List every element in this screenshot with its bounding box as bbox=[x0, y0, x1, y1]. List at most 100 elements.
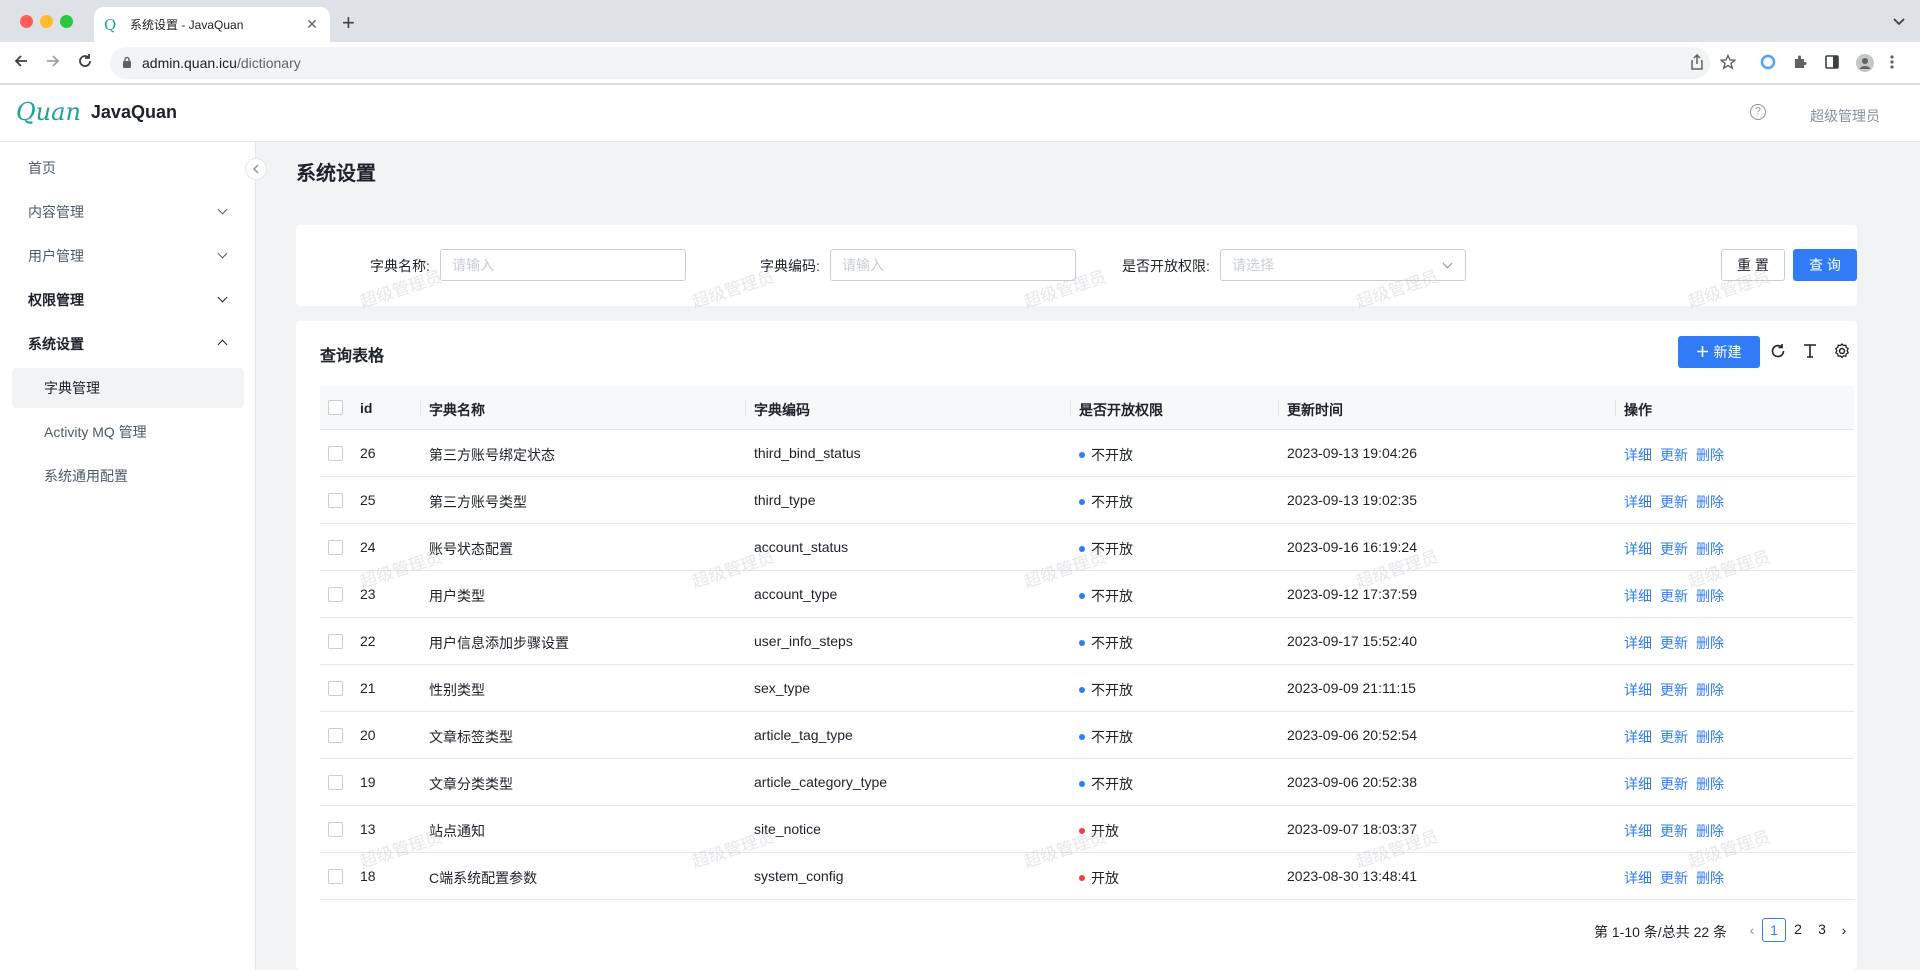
dict-code-input[interactable] bbox=[830, 249, 1076, 281]
reload-icon[interactable] bbox=[76, 52, 94, 74]
page-3-button[interactable]: 3 bbox=[1810, 918, 1834, 942]
share-icon[interactable] bbox=[1690, 53, 1704, 74]
delete-link[interactable]: 删除 bbox=[1696, 492, 1724, 512]
row-checkbox[interactable] bbox=[328, 869, 343, 884]
sidebar-item-content[interactable]: 内容管理 bbox=[12, 192, 244, 232]
side-panel-icon[interactable] bbox=[1824, 54, 1840, 74]
extension-circle-icon[interactable] bbox=[1760, 54, 1776, 74]
sidebar-item-dictionary[interactable]: 字典管理 bbox=[12, 368, 244, 408]
detail-link[interactable]: 详细 bbox=[1624, 727, 1652, 747]
sidebar-item-label: 系统通用配置 bbox=[44, 468, 128, 484]
open-permission-select[interactable]: 请选择 bbox=[1220, 249, 1466, 281]
delete-link[interactable]: 删除 bbox=[1696, 774, 1724, 794]
help-icon[interactable]: ? bbox=[1750, 104, 1766, 120]
column-header-time[interactable]: 更新时间 bbox=[1287, 400, 1343, 420]
column-header-actions: 操作 bbox=[1624, 402, 1652, 418]
bookmark-star-icon[interactable] bbox=[1719, 53, 1737, 74]
extensions-puzzle-icon[interactable] bbox=[1792, 54, 1808, 74]
detail-link[interactable]: 详细 bbox=[1624, 821, 1652, 841]
delete-link[interactable]: 删除 bbox=[1696, 445, 1724, 465]
maximize-window-button[interactable] bbox=[60, 15, 73, 28]
logo[interactable]: Quan JavaQuan bbox=[16, 98, 177, 126]
sidebar-item-system-settings[interactable]: 系统设置 bbox=[12, 324, 244, 364]
row-checkbox[interactable] bbox=[328, 493, 343, 508]
delete-link[interactable]: 删除 bbox=[1696, 586, 1724, 606]
detail-link[interactable]: 详细 bbox=[1624, 633, 1652, 653]
new-tab-button[interactable]: + bbox=[342, 12, 355, 34]
prev-page-button[interactable]: ‹ bbox=[1742, 918, 1762, 942]
cell-id: 13 bbox=[360, 821, 376, 837]
delete-link[interactable]: 删除 bbox=[1696, 868, 1724, 888]
update-link[interactable]: 更新 bbox=[1660, 492, 1688, 512]
profile-avatar-icon[interactable] bbox=[1856, 54, 1874, 76]
row-checkbox[interactable] bbox=[328, 681, 343, 696]
sidebar-item-users[interactable]: 用户管理 bbox=[12, 236, 244, 276]
row-checkbox[interactable] bbox=[328, 587, 343, 602]
back-icon[interactable] bbox=[12, 52, 30, 74]
update-link[interactable]: 更新 bbox=[1660, 539, 1688, 559]
update-link[interactable]: 更新 bbox=[1660, 868, 1688, 888]
delete-link[interactable]: 删除 bbox=[1696, 539, 1724, 559]
browser-tab[interactable]: Q 系统设置 - JavaQuan ✕ bbox=[94, 7, 330, 42]
column-header-id[interactable]: id bbox=[360, 400, 372, 416]
dict-name-input[interactable] bbox=[440, 249, 686, 281]
close-tab-icon[interactable]: ✕ bbox=[304, 16, 320, 33]
update-link[interactable]: 更新 bbox=[1660, 680, 1688, 700]
page-2-button[interactable]: 2 bbox=[1786, 918, 1810, 942]
row-checkbox[interactable] bbox=[328, 775, 343, 790]
detail-link[interactable]: 详细 bbox=[1624, 868, 1652, 888]
row-checkbox[interactable] bbox=[328, 540, 343, 555]
detail-link[interactable]: 详细 bbox=[1624, 539, 1652, 559]
cell-open-status: 不开放 bbox=[1091, 682, 1133, 698]
cell-open-status: 不开放 bbox=[1091, 729, 1133, 745]
detail-link[interactable]: 详细 bbox=[1624, 445, 1652, 465]
cell-time: 2023-09-06 20:52:38 bbox=[1287, 774, 1417, 790]
page-1-button[interactable]: 1 bbox=[1762, 918, 1786, 942]
detail-link[interactable]: 详细 bbox=[1624, 774, 1652, 794]
sidebar-item-permissions[interactable]: 权限管理 bbox=[12, 280, 244, 320]
delete-link[interactable]: 删除 bbox=[1696, 727, 1724, 747]
row-checkbox[interactable] bbox=[328, 446, 343, 461]
tab-search-chevron-icon[interactable] bbox=[1892, 14, 1906, 30]
delete-link[interactable]: 删除 bbox=[1696, 633, 1724, 653]
row-checkbox[interactable] bbox=[328, 822, 343, 837]
sidebar-item-label: 权限管理 bbox=[28, 292, 84, 308]
sidebar-item-activity-mq[interactable]: Activity MQ 管理 bbox=[12, 412, 244, 452]
new-button[interactable]: 新建 bbox=[1678, 336, 1760, 368]
update-link[interactable]: 更新 bbox=[1660, 821, 1688, 841]
update-link[interactable]: 更新 bbox=[1660, 586, 1688, 606]
detail-link[interactable]: 详细 bbox=[1624, 492, 1652, 512]
column-header-open[interactable]: 是否开放权限 bbox=[1079, 400, 1163, 420]
next-page-button[interactable]: › bbox=[1834, 918, 1854, 942]
collapse-sidebar-button[interactable] bbox=[245, 158, 267, 180]
detail-link[interactable]: 详细 bbox=[1624, 680, 1652, 700]
reset-button[interactable]: 重 置 bbox=[1721, 249, 1785, 281]
row-checkbox[interactable] bbox=[328, 728, 343, 743]
cell-code: article_tag_type bbox=[754, 727, 853, 743]
row-checkbox[interactable] bbox=[328, 634, 343, 649]
cell-open-status: 不开放 bbox=[1091, 588, 1133, 604]
close-window-button[interactable] bbox=[20, 15, 33, 28]
column-header-code[interactable]: 字典编码 bbox=[754, 400, 810, 420]
table-row: 19 文章分类类型 article_category_type 2023-09-06 … bbox=[320, 759, 1854, 806]
settings-gear-icon[interactable] bbox=[1834, 343, 1850, 362]
density-icon[interactable] bbox=[1802, 343, 1818, 362]
sidebar-item-general-config[interactable]: 系统通用配置 bbox=[12, 456, 244, 496]
delete-link[interactable]: 删除 bbox=[1696, 821, 1724, 841]
delete-link[interactable]: 删除 bbox=[1696, 680, 1724, 700]
column-header-name[interactable]: 字典名称 bbox=[429, 400, 485, 420]
user-menu[interactable]: 超级管理员 bbox=[1810, 106, 1880, 126]
update-link[interactable]: 更新 bbox=[1660, 774, 1688, 794]
detail-link[interactable]: 详细 bbox=[1624, 586, 1652, 606]
search-button[interactable]: 查 询 bbox=[1793, 249, 1857, 281]
minimize-window-button[interactable] bbox=[40, 15, 53, 28]
refresh-icon[interactable] bbox=[1770, 343, 1786, 362]
address-bar[interactable]: admin.quan.icu/dictionary bbox=[110, 47, 1710, 79]
update-link[interactable]: 更新 bbox=[1660, 727, 1688, 747]
update-link[interactable]: 更新 bbox=[1660, 445, 1688, 465]
forward-icon[interactable] bbox=[44, 52, 62, 74]
select-all-checkbox[interactable] bbox=[328, 400, 343, 415]
update-link[interactable]: 更新 bbox=[1660, 633, 1688, 653]
sidebar-item-home[interactable]: 首页 bbox=[12, 148, 244, 188]
browser-menu-icon[interactable] bbox=[1890, 54, 1894, 74]
